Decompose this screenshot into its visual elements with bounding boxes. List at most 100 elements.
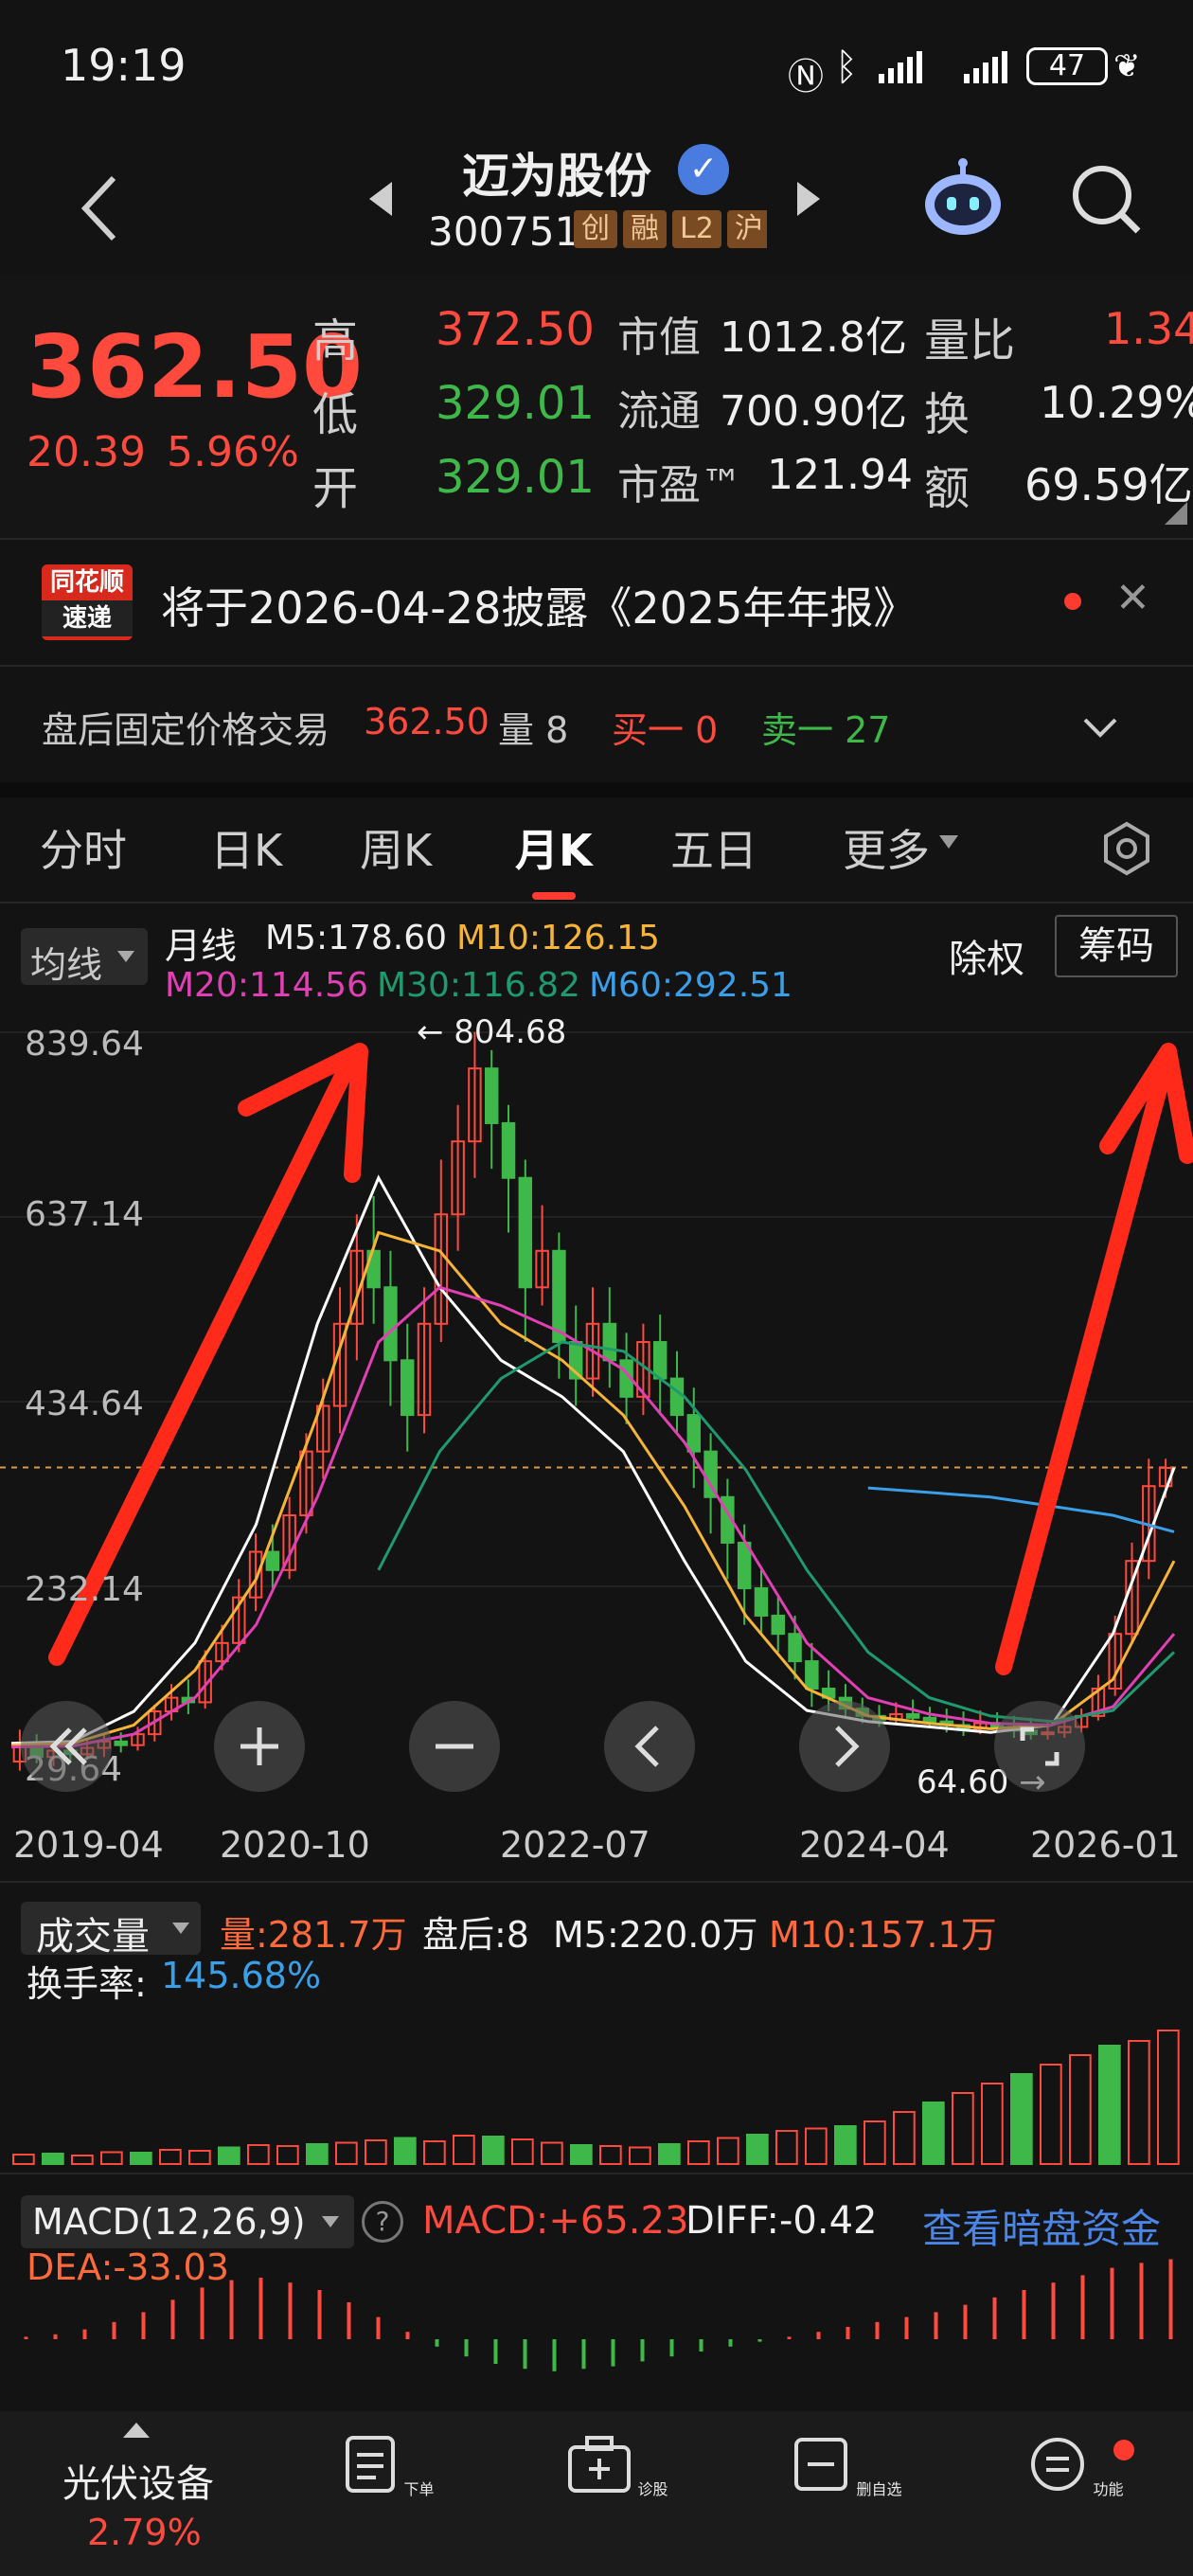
prev-stock-icon[interactable] <box>367 180 396 218</box>
robot-assistant-icon[interactable] <box>920 157 1006 242</box>
candle-body <box>383 1286 398 1362</box>
after-hours-buy: 买一 0 <box>612 709 719 751</box>
mktcap-value: 1012.8亿 <box>720 313 907 362</box>
rewind-button[interactable] <box>21 1701 112 1792</box>
more-dropdown-icon[interactable] <box>937 833 960 850</box>
volume-bar <box>306 2143 329 2165</box>
stock-tags: 创融 L2 沪 <box>568 210 767 254</box>
ma-selector[interactable]: 均线 <box>21 928 148 986</box>
sector-name[interactable]: 光伏设备 <box>62 2453 214 2508</box>
after-hours-price: 362.50 <box>364 701 490 742</box>
nav-order[interactable]: 下单 <box>294 2434 483 2499</box>
app-screen: 19:19 Ⓝ ᛒ 47 ❦ 迈为股份 ✓ 300751 创融 L2 沪 362.5… <box>0 0 1193 2576</box>
volume-bar <box>71 2155 94 2165</box>
volume-bar <box>981 2083 1004 2165</box>
price-tick-1: 637.14 <box>25 1195 144 1234</box>
candle-body <box>805 1660 819 1690</box>
menu-icon <box>1031 2438 1085 2491</box>
nav-functions-label: 功能 <box>1093 2480 1124 2498</box>
tab-more[interactable]: 更多 <box>843 816 930 879</box>
volume-bar <box>599 2145 622 2165</box>
back-icon[interactable] <box>76 170 123 246</box>
volume-bar <box>1010 2073 1033 2165</box>
scroll-left-button[interactable] <box>604 1701 695 1792</box>
volume-bar <box>834 2125 857 2165</box>
mktcap-label: 市值 <box>617 313 701 362</box>
unread-dot <box>1064 593 1081 610</box>
candle-body <box>922 1716 937 1723</box>
price-tick-0: 839.64 <box>25 1025 144 1064</box>
candle-body <box>501 1121 516 1179</box>
expand-corner-icon[interactable] <box>1165 502 1187 525</box>
candle-body <box>788 1633 802 1663</box>
candle-body <box>114 1740 128 1746</box>
nav-remove-watchlist[interactable]: 删自选 <box>752 2434 941 2499</box>
nav-remove-watchlist-label: 删自选 <box>856 2480 902 2498</box>
quote-panel: 362.50 20.39 5.96% 高 372.50 低 329.01 开 3… <box>0 275 1193 540</box>
news-badge-bottom: 速递 <box>42 600 133 636</box>
zoom-in-button[interactable] <box>214 1701 305 1792</box>
low-label: 低 <box>312 388 359 441</box>
diagnose-icon <box>568 2436 632 2493</box>
tab-daily[interactable]: 日K <box>210 816 282 879</box>
close-icon[interactable]: ✕ <box>1115 574 1150 622</box>
volume-selector-label: 成交量 <box>36 1915 150 1959</box>
price-tick-3: 232.14 <box>25 1570 144 1609</box>
kline-chart[interactable] <box>0 1013 1193 1809</box>
zoom-out-button[interactable] <box>409 1701 500 1792</box>
volume-bar <box>570 2144 593 2165</box>
volume-selector[interactable]: 成交量 <box>21 1902 201 1959</box>
volume-bar <box>658 2143 681 2165</box>
volume-bar <box>335 2141 358 2165</box>
tag-chuang: 创 <box>574 210 617 248</box>
news-text: 将于2026-04-28披露《2025年年报》 <box>161 582 917 634</box>
tab-intraday[interactable]: 分时 <box>40 816 127 879</box>
signal-icon <box>879 51 1007 83</box>
volume-bar <box>365 2139 387 2165</box>
tab-five-day[interactable]: 五日 <box>670 816 757 879</box>
leaf-icon: ❦ <box>1113 47 1141 85</box>
chips-button[interactable]: 筹码 <box>1055 915 1178 977</box>
settings-icon[interactable] <box>1098 820 1155 877</box>
high-marker-value: 804.68 <box>454 1013 567 1051</box>
nav-diagnose-label: 诊股 <box>637 2480 668 2498</box>
volume-bar <box>1128 2040 1150 2165</box>
candle-body <box>905 1712 920 1719</box>
ma-m30: M30:116.82 <box>377 966 580 1005</box>
ma-m5: M5:178.60 <box>265 919 448 957</box>
stock-code: 300751 <box>428 208 580 255</box>
scroll-right-button[interactable] <box>799 1701 890 1792</box>
tab-monthly[interactable]: 月K <box>515 816 593 879</box>
ma-m60: M60:292.51 <box>589 966 792 1005</box>
search-icon[interactable] <box>1068 161 1144 237</box>
volume-bar <box>42 2153 64 2165</box>
candle-body <box>518 1176 533 1289</box>
news-banner[interactable]: 同花顺 速递 将于2026-04-28披露《2025年年报》 ✕ <box>0 540 1193 663</box>
candle-body <box>669 1377 685 1417</box>
news-badge-top: 同花顺 <box>49 568 124 597</box>
nfc-icon: Ⓝ <box>788 56 825 98</box>
date-tick-2: 2022-07 <box>500 1824 650 1866</box>
tab-weekly[interactable]: 周K <box>360 816 432 879</box>
date-tick-1: 2020-10 <box>220 1824 370 1866</box>
battery-level: 47 <box>1048 49 1086 82</box>
high-label: 高 <box>312 314 359 367</box>
chevron-down-icon[interactable] <box>1081 714 1119 742</box>
expand-up-icon[interactable] <box>121 2421 151 2440</box>
fullscreen-button[interactable] <box>994 1701 1085 1792</box>
remove-watchlist-icon <box>794 2438 848 2491</box>
sector-change: 2.79% <box>87 2512 202 2553</box>
ma-line-m30 <box>377 1340 1176 1724</box>
header: 迈为股份 ✓ 300751 创融 L2 沪 <box>0 133 1193 275</box>
adjust-button[interactable]: 除权 <box>949 928 1024 983</box>
volume-after-hours: 盘后:8 <box>422 1914 529 1956</box>
volume-chart[interactable] <box>0 1970 1193 2169</box>
nav-functions[interactable]: 功能 <box>981 2434 1170 2499</box>
nav-diagnose[interactable]: 诊股 <box>523 2434 712 2499</box>
next-stock-icon[interactable] <box>793 180 822 218</box>
volume-bar <box>276 2145 299 2165</box>
after-hours-row[interactable]: 盘后固定价格交易 362.50 量 8 买一 0 卖一 27 <box>0 667 1193 780</box>
ma-m20: M20:114.56 <box>165 966 368 1005</box>
macd-chart[interactable] <box>0 2178 1193 2406</box>
after-hours-sell: 卖一 27 <box>761 709 891 751</box>
